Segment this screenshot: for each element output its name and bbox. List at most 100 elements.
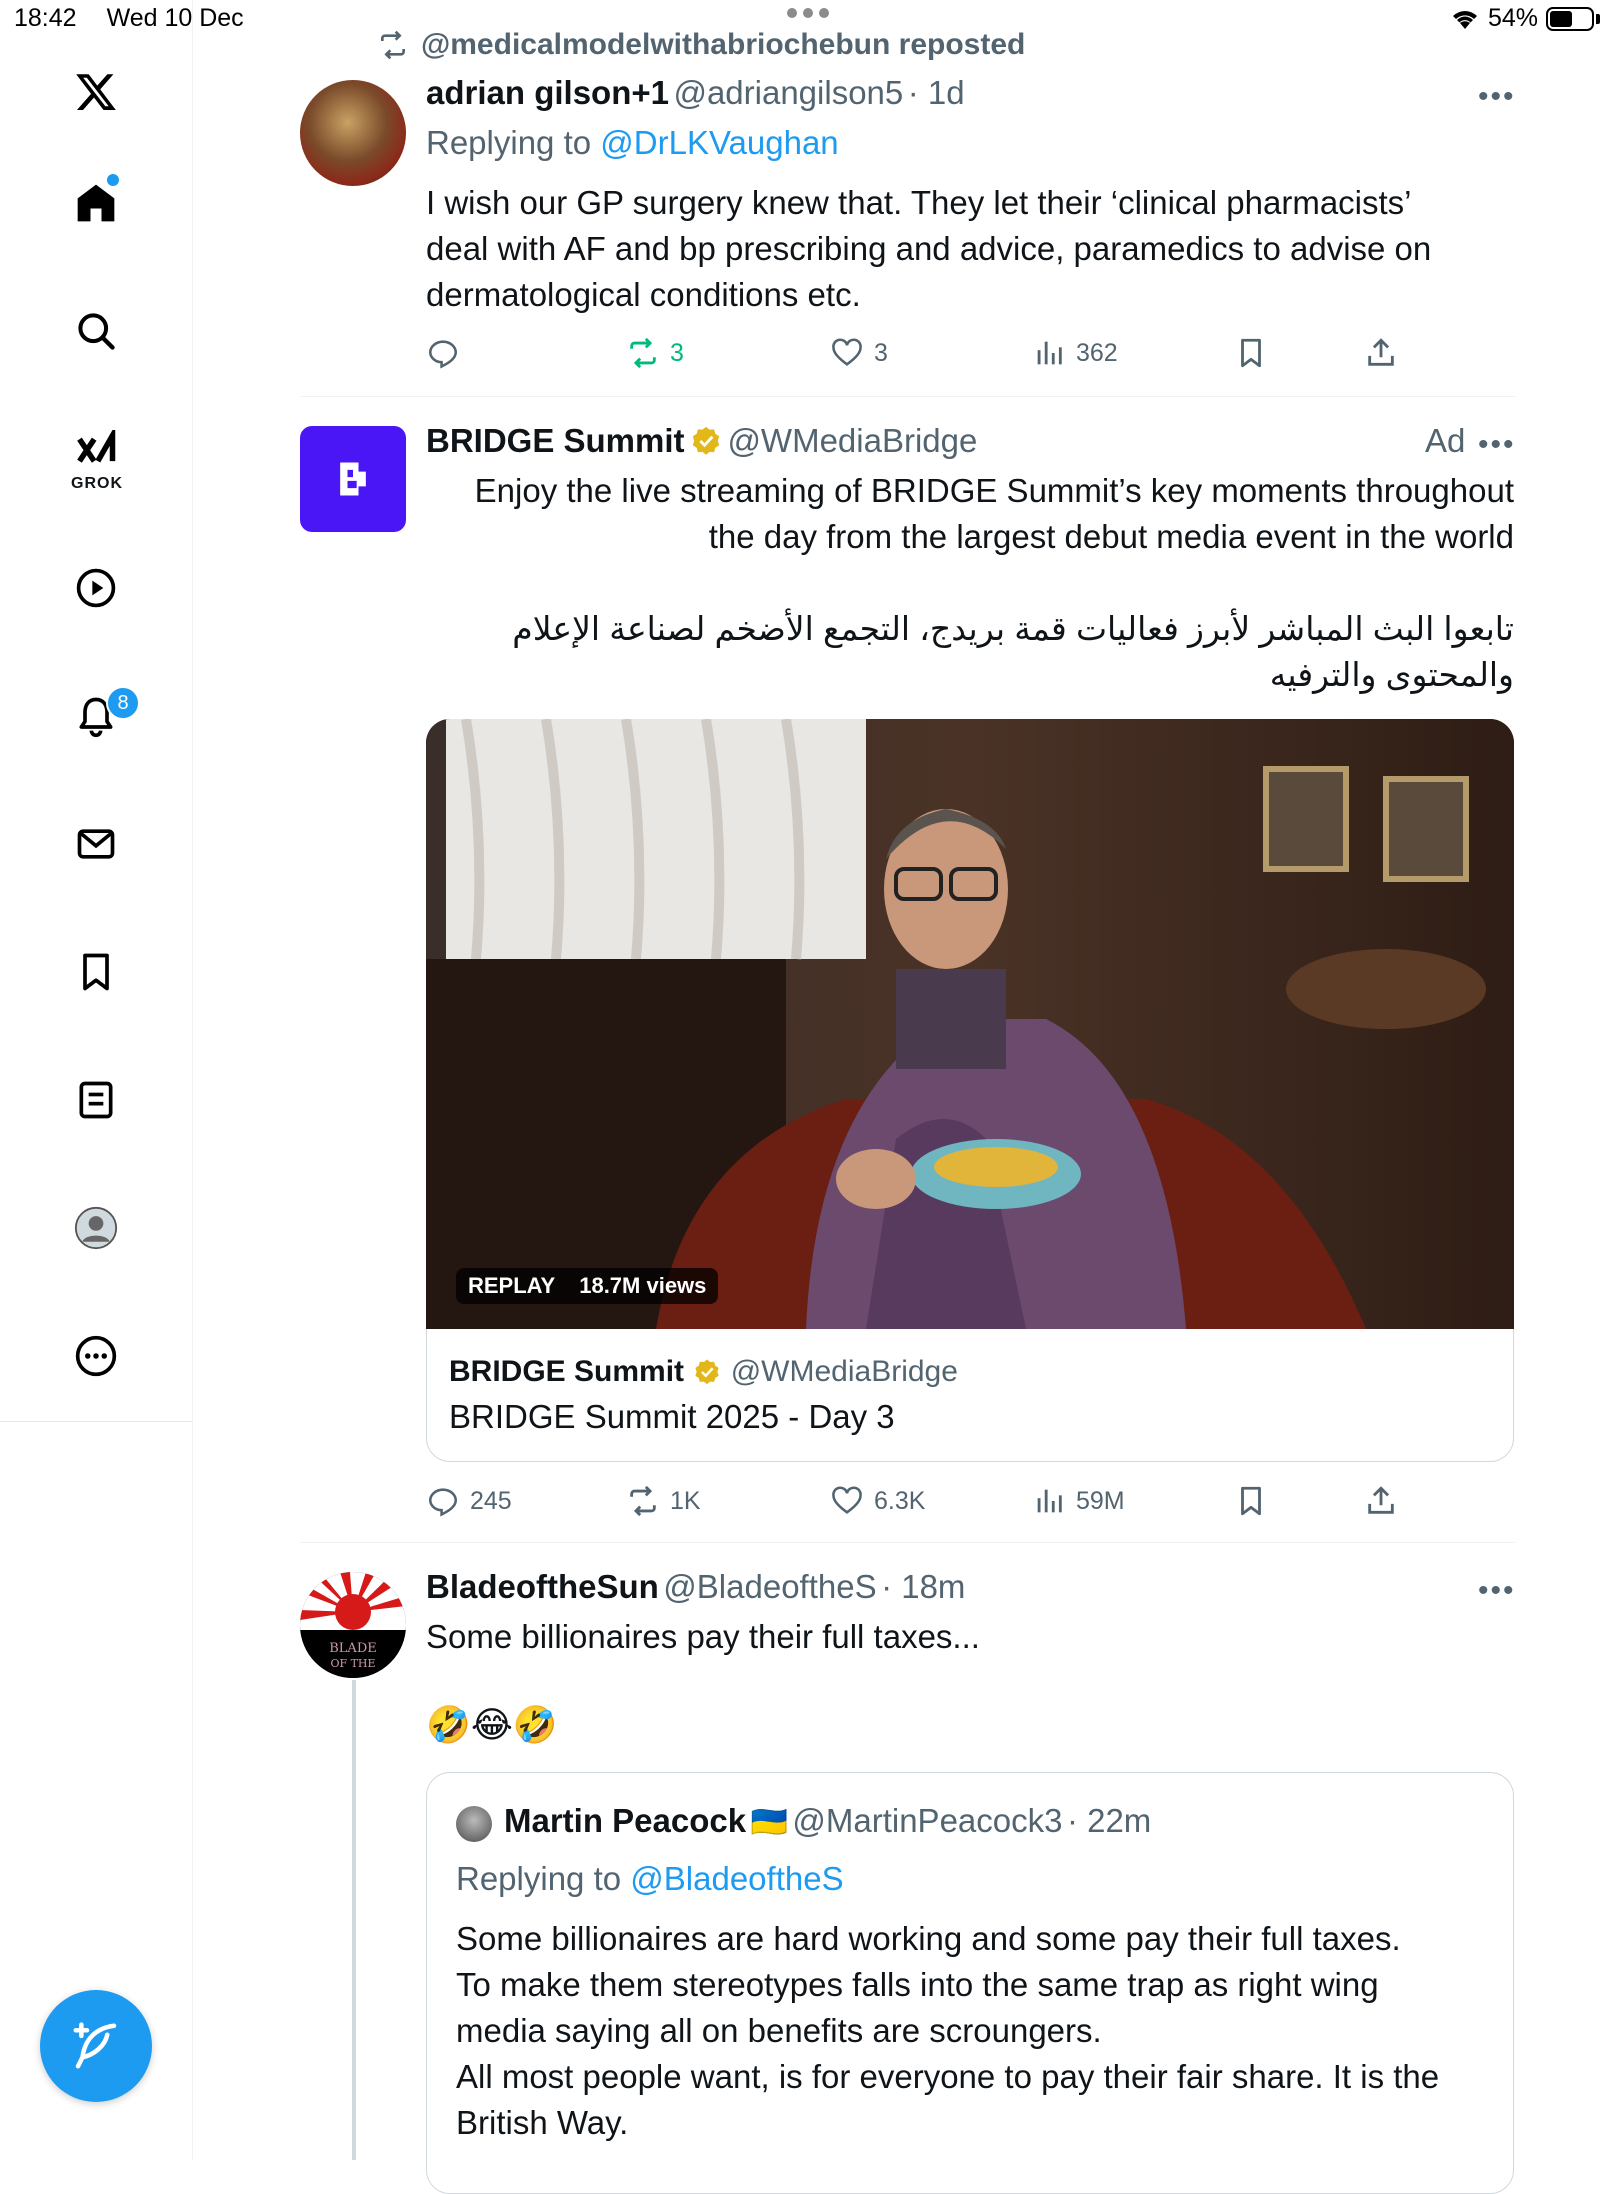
heart-icon bbox=[832, 1486, 862, 1514]
card-title: BRIDGE Summit 2025 - Day 3 bbox=[449, 1398, 895, 1435]
views-button[interactable]: 59M bbox=[1032, 1484, 1125, 1518]
compose-feather-icon bbox=[73, 2022, 117, 2069]
avatar[interactable] bbox=[456, 1806, 492, 1842]
ukraine-flag-icon: 🇺🇦 bbox=[750, 1806, 788, 1839]
card-header: BRIDGE Summit @WMediaBridge bbox=[449, 1355, 958, 1389]
post-text: Some billionaires pay their full taxes..… bbox=[426, 1618, 980, 1655]
avatar[interactable] bbox=[300, 80, 406, 186]
repost-icon bbox=[630, 337, 656, 369]
bridge-logo-icon bbox=[340, 462, 366, 496]
like-button[interactable]: 6.3K bbox=[830, 1484, 925, 1518]
post-text-arabic: تابعوا البث المباشر لأبرز فعاليات قمة بر… bbox=[512, 610, 1514, 693]
quote-header: Martin Peacock 🇺🇦 @MartinPeacock3 · 22m bbox=[504, 1802, 1151, 1840]
thread-line bbox=[352, 1680, 356, 2160]
author-handle[interactable]: @BladeoftheS bbox=[663, 1568, 876, 1605]
analytics-icon bbox=[1037, 341, 1062, 365]
avatar[interactable]: BLADE OF THE bbox=[300, 1572, 406, 1678]
post-text: I wish our GP surgery knew that. They le… bbox=[426, 184, 1432, 313]
bookmark-button[interactable] bbox=[1234, 336, 1268, 370]
card-author-name: BRIDGE Summit bbox=[449, 1355, 685, 1388]
share-icon bbox=[1368, 1486, 1394, 1514]
author-handle[interactable]: @WMediaBridge bbox=[727, 422, 977, 459]
heart-icon bbox=[832, 338, 862, 366]
reply-button[interactable] bbox=[426, 336, 470, 370]
author-name[interactable]: BRIDGE Summit bbox=[426, 422, 685, 459]
post-divider bbox=[300, 1542, 1515, 1543]
reply-icon bbox=[428, 1488, 458, 1517]
quote-author-handle: @MartinPeacock3 bbox=[792, 1802, 1063, 1839]
post-header: adrian gilson+1 @adriangilson5 · 1d bbox=[426, 74, 965, 112]
replying-label: Replying to bbox=[426, 124, 592, 161]
replying-label: Replying to bbox=[456, 1860, 622, 1897]
replying-to: Replying to @DrLKVaughan bbox=[426, 124, 839, 162]
profile-icon[interactable] bbox=[68, 1200, 124, 1256]
post-time: · 18m bbox=[881, 1568, 966, 1605]
replying-to-link[interactable]: @BladeoftheS bbox=[630, 1860, 843, 1897]
author-name[interactable]: BladeoftheSun bbox=[426, 1568, 659, 1605]
repost-icon bbox=[381, 30, 405, 60]
repost-by: @medicalmodelwithabriochebun reposted bbox=[421, 28, 1026, 61]
post-divider bbox=[300, 396, 1515, 397]
like-button[interactable]: 3 bbox=[830, 336, 888, 370]
post-text: Enjoy the live streaming of BRIDGE Summi… bbox=[474, 472, 1514, 555]
card-handle: @WMediaBridge bbox=[730, 1355, 958, 1388]
views-count: 18.7M views bbox=[579, 1273, 707, 1298]
post-header: BladeoftheSun @BladeoftheS · 18m bbox=[426, 1568, 965, 1606]
svg-text:BLADE: BLADE bbox=[329, 1641, 377, 1656]
notifications-badge: 8 bbox=[106, 686, 140, 720]
home-unread-dot bbox=[107, 174, 119, 186]
video-scene-image bbox=[426, 719, 1514, 1329]
battery-icon bbox=[1546, 6, 1594, 31]
video-icon[interactable] bbox=[68, 560, 124, 616]
verified-badge-icon bbox=[689, 426, 723, 456]
svg-text:OF THE: OF THE bbox=[330, 1657, 375, 1670]
grok-label: GROK bbox=[71, 475, 123, 492]
avatar[interactable] bbox=[300, 426, 406, 532]
views-button[interactable]: 362 bbox=[1032, 336, 1118, 370]
sidebar-divider bbox=[0, 1421, 192, 1422]
bookmark-icon bbox=[1241, 338, 1261, 368]
quote-author-name: Martin Peacock bbox=[504, 1802, 747, 1839]
lists-icon[interactable] bbox=[68, 1072, 124, 1128]
multitasking-dots-icon[interactable] bbox=[787, 8, 829, 18]
more-options-icon[interactable]: ••• bbox=[1478, 80, 1516, 114]
messages-icon[interactable] bbox=[68, 816, 124, 872]
emoji-text: 🤣😂🤣 bbox=[426, 1704, 558, 1745]
quote-text: Some billionaires are hard working and s… bbox=[456, 1920, 1440, 2141]
post-actions: 3 3 362 bbox=[0, 330, 1620, 380]
post-time: · 1d bbox=[907, 74, 965, 111]
grok-icon[interactable] bbox=[68, 424, 124, 480]
repost-button[interactable]: 3 bbox=[626, 336, 684, 370]
x-logo-icon[interactable] bbox=[68, 64, 124, 120]
more-options-icon[interactable]: ••• bbox=[1478, 428, 1516, 462]
analytics-icon bbox=[1037, 1489, 1062, 1513]
post-header: BRIDGE Summit @WMediaBridge bbox=[426, 422, 977, 460]
bookmark-button[interactable] bbox=[1234, 1484, 1268, 1518]
reply-icon bbox=[428, 340, 458, 369]
share-button[interactable] bbox=[1364, 1484, 1398, 1518]
replay-label: REPLAY bbox=[468, 1273, 556, 1298]
repost-button[interactable]: 1K bbox=[626, 1484, 701, 1518]
share-icon bbox=[1368, 338, 1394, 366]
share-button[interactable] bbox=[1364, 336, 1398, 370]
replying-to-link[interactable]: @DrLKVaughan bbox=[600, 124, 838, 161]
bookmarks-icon[interactable] bbox=[68, 944, 124, 1000]
reply-button[interactable]: 245 bbox=[426, 1484, 512, 1518]
author-handle[interactable]: @adriangilson5 bbox=[673, 74, 903, 111]
more-icon[interactable] bbox=[68, 1328, 124, 1384]
video-thumbnail[interactable] bbox=[426, 719, 1514, 1329]
replay-badge: REPLAY 18.7M views bbox=[456, 1268, 719, 1304]
more-options-icon[interactable]: ••• bbox=[1478, 1574, 1516, 1608]
repost-icon bbox=[630, 1485, 656, 1517]
quote-replying-to: Replying to @BladeoftheS bbox=[456, 1860, 844, 1898]
post-actions: 245 1K 6.3K 59M bbox=[0, 1478, 1620, 1528]
rising-sun-avatar-image: BLADE OF THE bbox=[300, 1572, 406, 1678]
verified-badge-icon bbox=[692, 1355, 722, 1388]
author-name[interactable]: adrian gilson+1 bbox=[426, 74, 669, 111]
ad-label: Ad bbox=[1425, 422, 1466, 459]
wifi-icon bbox=[1452, 10, 1477, 29]
status-bar-right: 54% bbox=[1450, 4, 1600, 33]
compose-post-button[interactable] bbox=[40, 1990, 152, 2102]
repost-indicator: @medicalmodelwithabriochebun reposted bbox=[377, 28, 1025, 62]
quote-time: · 22m bbox=[1066, 1802, 1152, 1839]
